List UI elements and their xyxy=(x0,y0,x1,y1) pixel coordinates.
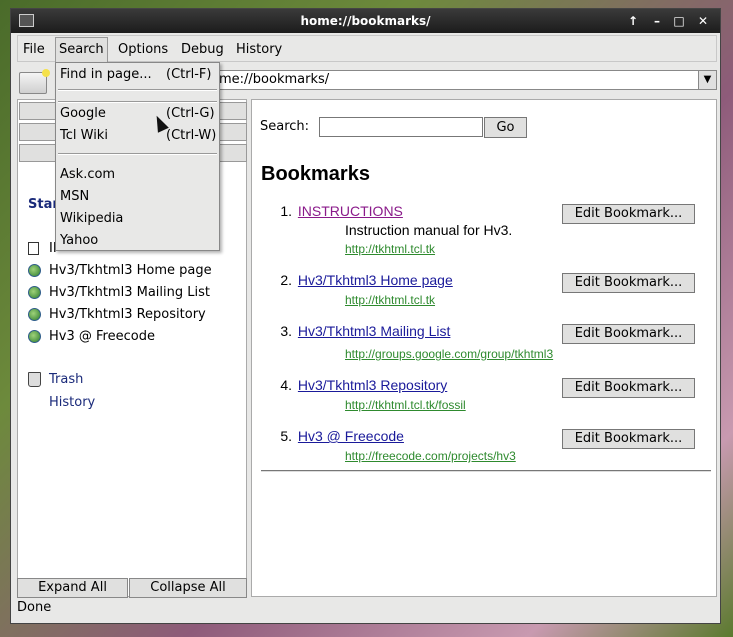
bookmark-entry: 2. Hv3/Tkhtml3 Home page xyxy=(275,272,453,288)
menu-item-accel: (Ctrl-F) xyxy=(166,67,212,82)
tree-item-home[interactable]: Hv3/Tkhtml3 Home page xyxy=(28,263,212,278)
bookmark-number: 3. xyxy=(280,323,292,339)
menu-item-label: Google xyxy=(60,106,106,121)
bookmark-entry: 1. INSTRUCTIONS xyxy=(275,203,403,219)
globe-icon xyxy=(28,308,41,321)
bookmark-url-link[interactable]: http://groups.google.com/group/tkhtml3 xyxy=(345,347,553,361)
globe-icon xyxy=(28,286,41,299)
bookmark-description: Instruction manual for Hv3. xyxy=(345,222,513,238)
menu-search[interactable]: Search xyxy=(55,37,108,63)
menu-item-label: Wikipedia xyxy=(60,211,124,226)
minimize-icon[interactable]: – xyxy=(649,13,665,29)
trash-label: Trash xyxy=(49,372,84,387)
menu-separator xyxy=(58,153,217,155)
menu-item-label: Ask.com xyxy=(60,167,116,182)
menu-separator xyxy=(58,89,217,91)
bookmark-url-link[interactable]: http://tkhtml.tcl.tk xyxy=(345,242,435,256)
menu-file[interactable]: File xyxy=(20,40,48,59)
raise-icon[interactable]: ↑ xyxy=(625,13,641,29)
bookmark-url-link[interactable]: http://tkhtml.tcl.tk xyxy=(345,293,435,307)
menu-bar: File Search Options Debug History xyxy=(17,35,717,63)
tree-item-mailing[interactable]: Hv3/Tkhtml3 Mailing List xyxy=(28,285,210,300)
menu-item-google[interactable]: Google (Ctrl-G) xyxy=(56,104,219,126)
maximize-icon[interactable]: □ xyxy=(671,13,687,29)
bookmark-title-link[interactable]: Hv3/Tkhtml3 Repository xyxy=(298,377,447,393)
menu-item-accel: (Ctrl-G) xyxy=(166,106,215,121)
url-field[interactable]: me://bookmarks/ xyxy=(215,70,717,90)
edit-bookmark-button[interactable]: Edit Bookmark... xyxy=(562,429,695,449)
bookmark-number: 1. xyxy=(280,203,292,219)
edit-bookmark-button[interactable]: Edit Bookmark... xyxy=(562,378,695,398)
edit-bookmark-button[interactable]: Edit Bookmark... xyxy=(562,273,695,293)
tree-item-label: Hv3/Tkhtml3 Home page xyxy=(49,263,212,278)
bookmark-url-link[interactable]: http://freecode.com/projects/hv3 xyxy=(345,449,516,463)
search-menu-dropdown: Find in page... (Ctrl-F) Google (Ctrl-G)… xyxy=(55,62,220,251)
menu-item-accel: (Ctrl-W) xyxy=(166,128,217,143)
menu-item-tcl-wiki[interactable]: Tcl Wiki (Ctrl-W) xyxy=(56,126,219,148)
globe-icon xyxy=(28,264,41,277)
menu-item-label: Tcl Wiki xyxy=(60,128,108,143)
search-label: Search: xyxy=(260,119,310,134)
menu-item-label: MSN xyxy=(60,189,90,204)
go-button[interactable]: Go xyxy=(484,117,527,138)
window-title: home://bookmarks/ xyxy=(300,14,431,28)
globe-icon xyxy=(28,330,41,343)
bookmark-title-link[interactable]: INSTRUCTIONS xyxy=(298,203,403,219)
menu-item-wikipedia[interactable]: Wikipedia xyxy=(56,209,219,231)
bookmark-url-link[interactable]: http://tkhtml.tcl.tk/fossil xyxy=(345,398,466,412)
menu-item-yahoo[interactable]: Yahoo xyxy=(56,231,219,253)
tree-item-label: Hv3/Tkhtml3 Repository xyxy=(49,307,206,322)
bookmark-title-link[interactable]: Hv3 @ Freecode xyxy=(298,428,404,444)
bookmark-entry: 5. Hv3 @ Freecode xyxy=(275,428,404,444)
bookmark-number: 5. xyxy=(280,428,292,444)
tree-item-trash[interactable]: Trash xyxy=(28,372,83,387)
divider xyxy=(261,470,711,472)
bookmark-number: 4. xyxy=(280,377,292,393)
menu-item-msn[interactable]: MSN xyxy=(56,187,219,209)
bookmark-entry: 3. Hv3/Tkhtml3 Mailing List xyxy=(275,323,450,339)
title-bar[interactable]: home://bookmarks/ ↑ – □ ✕ xyxy=(11,9,720,33)
new-bookmark-icon[interactable] xyxy=(19,69,50,94)
trash-icon xyxy=(28,372,41,387)
document-icon xyxy=(28,242,39,255)
close-icon[interactable]: ✕ xyxy=(695,13,711,29)
bookmark-title-link[interactable]: Hv3/Tkhtml3 Home page xyxy=(298,272,453,288)
expand-all-button[interactable]: Expand All xyxy=(17,578,128,598)
tree-item-instructions[interactable]: II xyxy=(28,241,57,256)
menu-options[interactable]: Options xyxy=(115,40,171,59)
browser-window: home://bookmarks/ ↑ – □ ✕ File Search Op… xyxy=(10,8,721,624)
bookmark-entry: 4. Hv3/Tkhtml3 Repository xyxy=(275,377,447,393)
tree-item-history[interactable]: History xyxy=(49,395,95,410)
tree-item-freecode[interactable]: Hv3 @ Freecode xyxy=(28,329,155,344)
status-bar: Done xyxy=(17,600,52,615)
edit-bookmark-button[interactable]: Edit Bookmark... xyxy=(562,324,695,344)
collapse-all-button[interactable]: Collapse All xyxy=(129,578,247,598)
menu-debug[interactable]: Debug xyxy=(178,40,227,59)
menu-item-label: Find in page... xyxy=(60,67,152,82)
edit-bookmark-button[interactable]: Edit Bookmark... xyxy=(562,204,695,224)
menu-item-label: Yahoo xyxy=(60,233,99,248)
menu-item-ask[interactable]: Ask.com xyxy=(56,165,219,187)
tree-item-label: Hv3/Tkhtml3 Mailing List xyxy=(49,285,210,300)
bookmark-number: 2. xyxy=(280,272,292,288)
chevron-down-icon[interactable]: ▼ xyxy=(698,71,716,89)
menu-history[interactable]: History xyxy=(233,40,285,59)
tree-item-repo[interactable]: Hv3/Tkhtml3 Repository xyxy=(28,307,206,322)
menu-separator xyxy=(58,101,217,103)
bookmark-title-link[interactable]: Hv3/Tkhtml3 Mailing List xyxy=(298,323,451,339)
search-input[interactable] xyxy=(319,117,483,137)
tree-item-label: Hv3 @ Freecode xyxy=(49,329,155,344)
history-label: History xyxy=(49,395,96,410)
bookmarks-page: Search: Go Bookmarks 1. INSTRUCTIONS Ins… xyxy=(251,99,717,597)
menu-item-find-in-page[interactable]: Find in page... (Ctrl-F) xyxy=(56,65,219,87)
page-title: Bookmarks xyxy=(261,163,370,185)
